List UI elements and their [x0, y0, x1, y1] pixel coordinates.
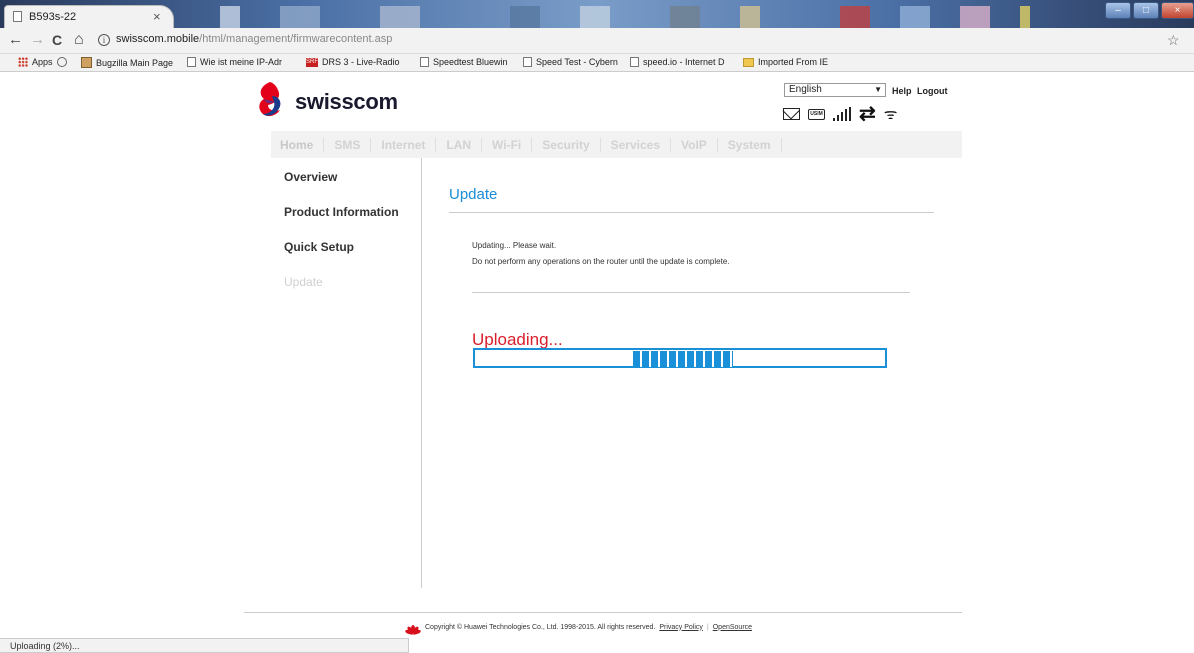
bookmark-bugzilla[interactable]: Bugzilla Main Page	[81, 57, 173, 68]
window-controls: – □ ×	[1105, 2, 1194, 20]
history-icon	[57, 57, 67, 67]
page-icon	[630, 57, 639, 67]
close-window-button[interactable]: ×	[1161, 2, 1194, 19]
forward-icon[interactable]: →	[30, 32, 45, 48]
menu-wifi[interactable]: Wi-Fi	[482, 137, 533, 152]
bookmark-imported-folder[interactable]: Imported From IE	[743, 57, 828, 67]
envelope-icon[interactable]	[783, 108, 800, 120]
menu-security[interactable]: Security	[532, 137, 601, 152]
bookmark-star-icon[interactable]: ☆	[1167, 32, 1180, 49]
bookmark-speedio[interactable]: speed.io - Internet D	[630, 57, 725, 67]
menu-lan[interactable]: LAN	[436, 137, 483, 152]
message-divider	[472, 292, 910, 293]
menu-services[interactable]: Services	[601, 137, 672, 152]
sidebar-item-overview[interactable]: Overview	[284, 170, 337, 184]
menu-internet[interactable]: Internet	[371, 137, 437, 152]
title-divider	[449, 212, 934, 213]
window-titlebar: B593s-22 × – □ ×	[0, 0, 1194, 28]
desktop-background	[180, 6, 1040, 28]
browser-tab[interactable]: B593s-22 ×	[4, 5, 174, 28]
main-menu: Home SMS Internet LAN Wi-Fi Security Ser…	[271, 131, 962, 158]
chevron-down-icon: ▼	[874, 85, 882, 94]
update-warning: Do not perform any operations on the rou…	[472, 257, 730, 266]
data-transfer-icon: ⇄	[859, 103, 876, 125]
logout-link[interactable]: Logout	[917, 86, 948, 96]
uploading-label: Uploading...	[472, 330, 563, 349]
page-icon	[420, 57, 429, 67]
help-link[interactable]: Help	[892, 86, 912, 96]
maximize-button[interactable]: □	[1133, 2, 1159, 19]
back-icon[interactable]: ←	[8, 32, 23, 48]
progress-fill	[633, 351, 733, 367]
apps-icon	[18, 57, 28, 67]
swisscom-logo-icon	[259, 82, 281, 117]
bugzilla-icon	[81, 57, 92, 68]
sim-card-icon: USIM	[808, 108, 825, 120]
bookmark-speedtest-cybern[interactable]: Speed Test - Cybern	[523, 57, 618, 67]
reload-icon[interactable]: C	[52, 32, 62, 48]
folder-icon	[743, 57, 754, 67]
page-icon	[13, 11, 22, 22]
sidebar-item-update[interactable]: Update	[284, 275, 323, 289]
copyright-text: Copyright © Huawei Technologies Co., Ltd…	[425, 623, 656, 631]
menu-voip[interactable]: VoIP	[671, 137, 718, 152]
page-title: Update	[449, 186, 498, 203]
opensource-link[interactable]: OpenSource	[713, 624, 752, 631]
bookmark-speedtest-bluewin[interactable]: Speedtest Bluewin	[420, 57, 508, 67]
home-icon[interactable]: ⌂	[74, 32, 84, 48]
sidebar-divider	[421, 158, 422, 588]
sidebar-item-product-information[interactable]: Product Information	[284, 205, 399, 219]
minimize-button[interactable]: –	[1105, 2, 1131, 19]
wifi-icon: ᯤ	[883, 106, 898, 123]
update-message: Updating... Please wait.	[472, 241, 557, 250]
tab-title: B593s-22	[29, 11, 77, 23]
language-value: English	[789, 84, 822, 95]
footer-divider	[244, 612, 962, 613]
info-icon[interactable]: i	[98, 34, 110, 46]
bookmarks-bar: Apps Bugzilla Main Page Wie ist meine IP…	[0, 54, 1194, 72]
language-select[interactable]: English ▼	[784, 83, 886, 97]
url-input[interactable]: i swisscom.mobile/html/management/firmwa…	[98, 31, 1158, 51]
menu-sms[interactable]: SMS	[324, 137, 372, 152]
upload-progress-bar	[473, 348, 887, 368]
bookmark-apps[interactable]: Apps	[18, 57, 53, 67]
menu-home[interactable]: Home	[271, 137, 325, 152]
url-path: /html/management/firmwarecontent.asp	[199, 33, 393, 45]
footer: Copyright © Huawei Technologies Co., Ltd…	[404, 619, 752, 635]
privacy-policy-link[interactable]: Privacy Policy	[659, 624, 703, 631]
page-icon	[187, 57, 196, 67]
sidebar-item-quick-setup[interactable]: Quick Setup	[284, 240, 354, 254]
browser-status-bar: Uploading (2%)...	[0, 638, 409, 653]
url-text: swisscom.mobile/html/management/firmware…	[116, 33, 392, 45]
menu-system[interactable]: System	[718, 137, 782, 152]
srf-icon: SRF	[306, 57, 318, 67]
bookmark-drs3[interactable]: SRF DRS 3 - Live-Radio	[306, 57, 400, 67]
bookmark-ip[interactable]: Wie ist meine IP-Adr	[187, 57, 282, 67]
address-bar: ← → C ⌂ i swisscom.mobile/html/managemen…	[0, 28, 1194, 54]
signal-strength-icon	[833, 107, 851, 121]
huawei-logo-icon	[404, 621, 422, 635]
brand-name: swisscom	[295, 89, 398, 114]
close-tab-icon[interactable]: ×	[153, 9, 161, 24]
status-icons: USIM ⇄ ᯤ	[783, 104, 897, 124]
footer-separator: |	[706, 623, 709, 631]
bookmark-history[interactable]	[57, 57, 67, 67]
url-domain: swisscom.mobile	[116, 33, 200, 45]
page-icon	[523, 57, 532, 67]
